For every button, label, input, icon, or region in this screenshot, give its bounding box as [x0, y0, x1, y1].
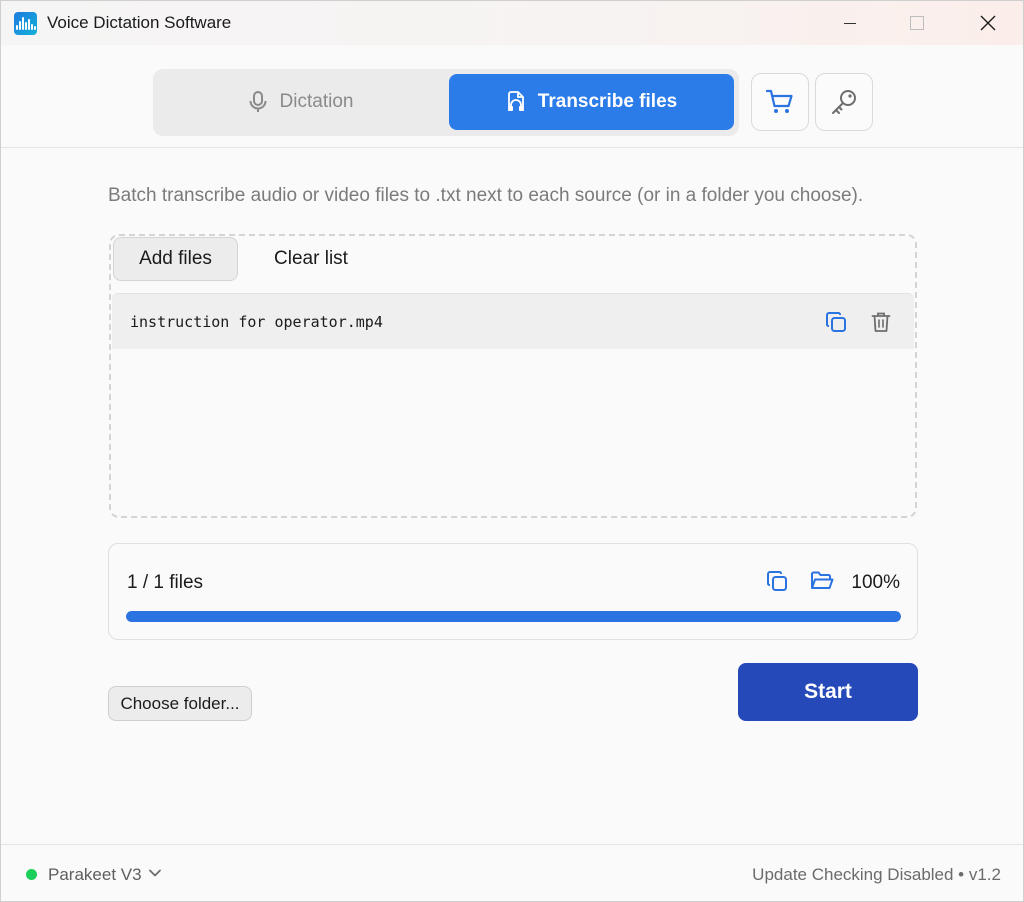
trash-icon [871, 312, 891, 332]
model-status-indicator [26, 869, 37, 880]
start-button[interactable]: Start [738, 663, 918, 721]
status-bar: Parakeet V3 Update Checking Disabled • v… [1, 844, 1023, 901]
progress-panel: 1 / 1 files 100% [108, 543, 918, 640]
audio-file-icon [507, 91, 524, 111]
clear-list-button[interactable]: Clear list [256, 237, 366, 281]
page-description: Batch transcribe audio or video files to… [108, 185, 864, 206]
close-button[interactable] [965, 1, 1011, 45]
microphone-icon [249, 91, 267, 112]
progress-count: 1 / 1 files [127, 572, 204, 593]
copy-icon [767, 571, 787, 591]
license-key-button[interactable] [815, 73, 873, 131]
file-drop-zone[interactable]: Add files Clear list instruction for ope… [109, 234, 917, 518]
chevron-down-icon [149, 869, 161, 877]
copy-icon [826, 312, 846, 332]
cart-button[interactable] [751, 73, 809, 131]
window-title: Voice Dictation Software [47, 13, 232, 32]
mode-tabs: Dictation Transcribe files [153, 69, 739, 136]
minimize-button[interactable] [827, 1, 873, 45]
remove-file-button[interactable] [869, 310, 893, 334]
tab-dictation[interactable]: Dictation [158, 74, 443, 130]
progress-bar-fill [126, 611, 901, 622]
app-logo-icon [14, 12, 37, 35]
maximize-button[interactable] [894, 1, 940, 45]
model-dropdown-toggle[interactable] [148, 866, 162, 880]
tab-dictation-label: Dictation [279, 91, 354, 112]
progress-bar [126, 611, 901, 622]
copy-file-button[interactable] [824, 310, 848, 334]
cart-icon [766, 89, 793, 113]
model-selector[interactable]: Parakeet V3 [48, 865, 142, 885]
copy-output-button[interactable] [764, 568, 790, 594]
open-output-folder-button[interactable] [809, 568, 835, 594]
toolbar: Dictation Transcribe files [1, 45, 1023, 148]
title-bar: Voice Dictation Software [1, 1, 1023, 45]
add-files-button[interactable]: Add files [113, 237, 238, 281]
progress-percent: 100% [851, 572, 900, 593]
folder-open-icon [811, 571, 834, 589]
update-status-text: Update Checking Disabled • v1.2 [752, 865, 1001, 884]
close-icon [980, 15, 996, 31]
key-icon [832, 90, 856, 114]
tab-transcribe-label: Transcribe files [537, 91, 678, 112]
app-window: Voice Dictation Software Dictation Trans… [0, 0, 1024, 902]
tab-transcribe-files[interactable]: Transcribe files [449, 74, 734, 130]
list-item[interactable]: instruction for operator.mp4 [112, 293, 914, 349]
file-name: instruction for operator.mp4 [130, 313, 383, 331]
choose-folder-button[interactable]: Choose folder... [108, 686, 252, 721]
